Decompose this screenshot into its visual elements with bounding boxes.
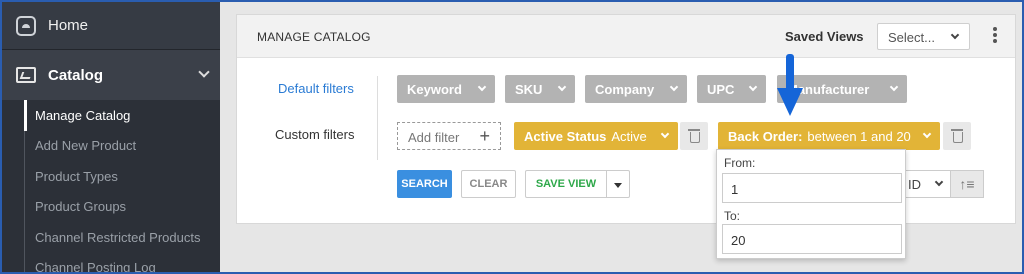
back-order-range-popup: From: 1 To: 20 [716, 149, 906, 259]
sort-field-value: ID [908, 177, 921, 192]
saved-views-select[interactable]: Select... [877, 23, 970, 50]
custom-filters-label: Custom filters [275, 127, 355, 142]
chevron-down-icon [748, 82, 758, 92]
sidebar-item-label: Manage Catalog [35, 107, 131, 123]
filter-name: Back Order: [728, 128, 803, 144]
sidebar-item-product-types[interactable]: Product Types [2, 161, 220, 192]
to-input[interactable]: 20 [722, 224, 902, 254]
sidebar-item-add-new-product[interactable]: Add New Product [2, 131, 220, 162]
filter-value: between 1 and 20 [807, 128, 911, 144]
filter-chip-label: UPC [707, 81, 735, 97]
card-header: MANAGE CATALOG Saved Views Select... [237, 15, 1015, 58]
search-button[interactable]: SEARCH [397, 170, 452, 198]
sidebar-item-label: Add New Product [35, 138, 137, 154]
chevron-down-icon [669, 82, 679, 92]
sidebar-item-label: Product Types [35, 168, 118, 184]
chevron-down-icon [934, 177, 944, 187]
sidebar-item-channel-restricted-products[interactable]: Channel Restricted Products [2, 222, 220, 253]
clear-button[interactable]: CLEAR [461, 170, 516, 198]
nav-home[interactable]: Home [2, 2, 220, 50]
add-filter-label: Add filter [408, 130, 460, 145]
sidebar-item-label: Channel Restricted Products [35, 229, 201, 245]
nav-catalog[interactable]: Catalog [2, 50, 220, 100]
nav-catalog-label: Catalog [48, 66, 104, 84]
plus-icon: + [479, 126, 490, 146]
catalog-submenu: Manage Catalog Add New Product Product T… [2, 100, 220, 272]
saved-views-value: Select... [888, 30, 935, 45]
sidebar-item-channel-posting-log[interactable]: Channel Posting Log [2, 253, 220, 272]
chevron-down-icon [198, 66, 210, 78]
filter-chip-sku[interactable]: SKU [505, 75, 575, 103]
default-filters-label[interactable]: Default filters [278, 81, 354, 96]
more-options-icon[interactable] [992, 27, 998, 47]
filter-chip-upc[interactable]: UPC [697, 75, 766, 103]
sidebar: Home Catalog Manage Catalog Add New Prod… [2, 2, 220, 272]
catalog-icon [16, 67, 36, 83]
filter-chip-label: Keyword [407, 81, 462, 97]
arrow-down-icon [777, 54, 803, 116]
chevron-down-icon [477, 82, 487, 92]
home-icon [16, 15, 36, 36]
sidebar-item-product-groups[interactable]: Product Groups [2, 192, 220, 223]
nav-home-label: Home [48, 17, 89, 34]
chevron-down-icon [922, 129, 932, 139]
chevron-down-icon [660, 129, 670, 139]
sort-direction-icon[interactable]: ↑≡ [950, 170, 984, 198]
filter-chip-label: SKU [515, 81, 543, 97]
to-label: To: [724, 209, 741, 223]
filter-chip-company[interactable]: Company [585, 75, 687, 103]
trash-icon[interactable] [943, 122, 971, 150]
saved-views-label: Saved Views [785, 29, 864, 44]
app-frame: Home Catalog Manage Catalog Add New Prod… [2, 2, 1022, 272]
chevron-down-icon [557, 82, 567, 92]
filter-chip-keyword[interactable]: Keyword [397, 75, 495, 103]
chevron-down-icon [950, 30, 960, 40]
sidebar-item-manage-catalog[interactable]: Manage Catalog [2, 100, 220, 131]
filter-chip-back-order[interactable]: Back Order: between 1 and 20 [718, 122, 940, 150]
page-title: MANAGE CATALOG [257, 30, 371, 44]
from-label: From: [724, 156, 756, 170]
divider [377, 76, 378, 160]
filter-chip-label: Company [595, 81, 655, 97]
trash-icon[interactable] [680, 122, 708, 150]
add-filter-button[interactable]: Add filter + [397, 122, 501, 150]
from-input[interactable]: 1 [722, 173, 902, 203]
chevron-down-icon [889, 82, 899, 92]
filter-name: Active Status [524, 128, 607, 144]
filter-chip-active-status[interactable]: Active Status Active [514, 122, 678, 150]
sidebar-item-label: Product Groups [35, 199, 127, 215]
sidebar-item-label: Channel Posting Log [35, 260, 156, 272]
save-view-button[interactable]: SAVE VIEW [525, 170, 607, 198]
save-view-dropdown-button[interactable] [606, 170, 630, 198]
filter-value: Active [611, 128, 647, 144]
